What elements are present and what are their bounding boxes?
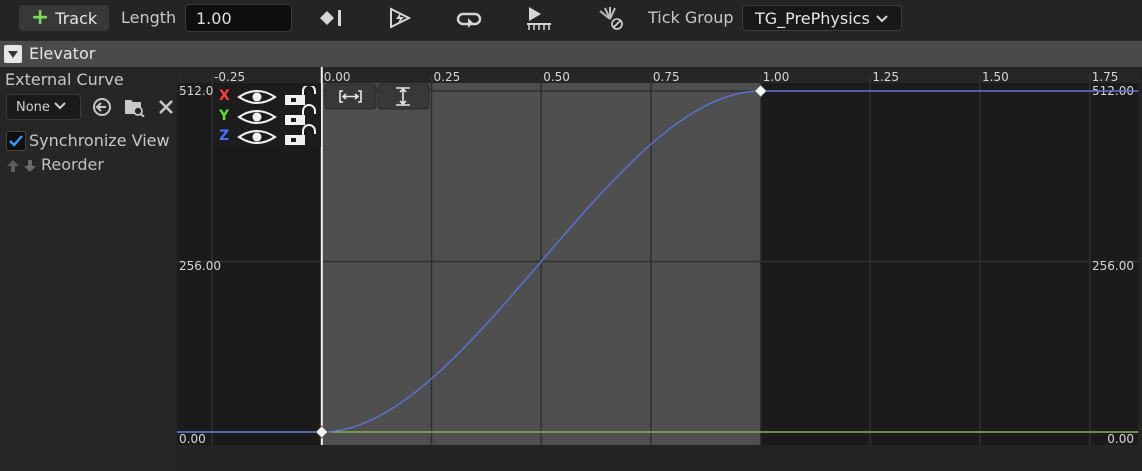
- x-tick-label: 0.75: [653, 70, 680, 84]
- x-tick-label: 0.25: [434, 70, 461, 84]
- x-tick-label: 0.00: [324, 70, 351, 84]
- tick-group-label: Tick Group: [648, 8, 734, 27]
- channel-visibility-panel: X Y Z: [213, 83, 321, 147]
- tick-group-value: TG_PrePhysics: [755, 8, 870, 28]
- browse-asset-icon[interactable]: [123, 97, 145, 121]
- x-tick-label: 1.50: [982, 70, 1009, 84]
- x-tick-labels: -0.25 0.00 0.25 0.50 0.75 1.00 1.25 1.50 1.75: [214, 70, 1118, 84]
- external-curve-dropdown[interactable]: None: [6, 94, 81, 120]
- reorder-up-icon[interactable]: [5, 158, 21, 177]
- ignore-time-dilation-icon[interactable]: [596, 4, 626, 32]
- channel-lock-icons: [285, 86, 316, 145]
- visibility-eye-icons: [237, 90, 277, 144]
- unlock-icon[interactable]: [285, 124, 316, 145]
- x-tick-label: 1.75: [1092, 70, 1119, 84]
- chevron-down-icon: [876, 9, 888, 28]
- tick-group-dropdown[interactable]: TG_PrePhysics: [742, 5, 902, 31]
- track-name: Elevator: [29, 44, 96, 63]
- x-tick-label: 1.25: [872, 70, 899, 84]
- eye-icon[interactable]: [237, 90, 277, 104]
- reorder-down-icon[interactable]: [22, 158, 38, 177]
- track-options-panel: External Curve None Synchronize View Reo…: [0, 67, 176, 471]
- length-input[interactable]: 1.00: [185, 4, 292, 32]
- synchronize-view-label: Synchronize View: [29, 131, 170, 150]
- y-label-mid-left: 256.00: [179, 259, 221, 273]
- reorder-label: Reorder: [41, 155, 104, 174]
- y-label-bottom-right: 0.00: [1107, 432, 1134, 445]
- eye-icon[interactable]: [237, 110, 277, 124]
- y-label-bottom-left: 0.00: [179, 432, 206, 445]
- x-tick-label: 0.50: [543, 70, 570, 84]
- use-selected-curve-icon[interactable]: [92, 97, 112, 121]
- plus-icon: +: [30, 5, 50, 30]
- y-label-mid-right: 256.00: [1092, 259, 1134, 273]
- channel-y-label: Y: [219, 108, 230, 124]
- unlock-icon[interactable]: [285, 86, 316, 105]
- length-label: Length: [121, 8, 177, 27]
- toolbar: + Track Length 1.00 Tick Group TG_PrePhy…: [0, 0, 1142, 38]
- synchronize-view-checkbox[interactable]: [6, 131, 26, 151]
- collapse-track-icon[interactable]: [4, 45, 22, 63]
- checkmark-icon: [9, 135, 23, 147]
- external-curve-value: None: [16, 99, 50, 115]
- x-tick-label: -0.25: [214, 70, 245, 84]
- add-track-label: Track: [55, 8, 98, 28]
- chevron-down-icon: [54, 100, 66, 115]
- channel-z-label: Z: [219, 128, 230, 144]
- unlock-icon[interactable]: [285, 104, 316, 125]
- eye-icon[interactable]: [237, 130, 277, 144]
- clear-curve-icon[interactable]: [158, 99, 174, 119]
- track-header: Elevator: [0, 40, 1142, 67]
- x-tick-label: 1.00: [763, 70, 790, 84]
- channel-x-label: X: [219, 88, 230, 104]
- add-track-button[interactable]: + Track: [19, 5, 109, 31]
- autoplay-icon[interactable]: [385, 4, 415, 32]
- add-key-icon[interactable]: [315, 4, 345, 32]
- curve-graph[interactable]: -0.25 0.00 0.25 0.50 0.75 1.00 1.25 1.50 1.75 51…: [177, 67, 1138, 445]
- loop-icon[interactable]: [455, 4, 485, 32]
- external-curve-label: External Curve: [5, 70, 124, 89]
- use-last-keyframe-icon[interactable]: [525, 4, 555, 32]
